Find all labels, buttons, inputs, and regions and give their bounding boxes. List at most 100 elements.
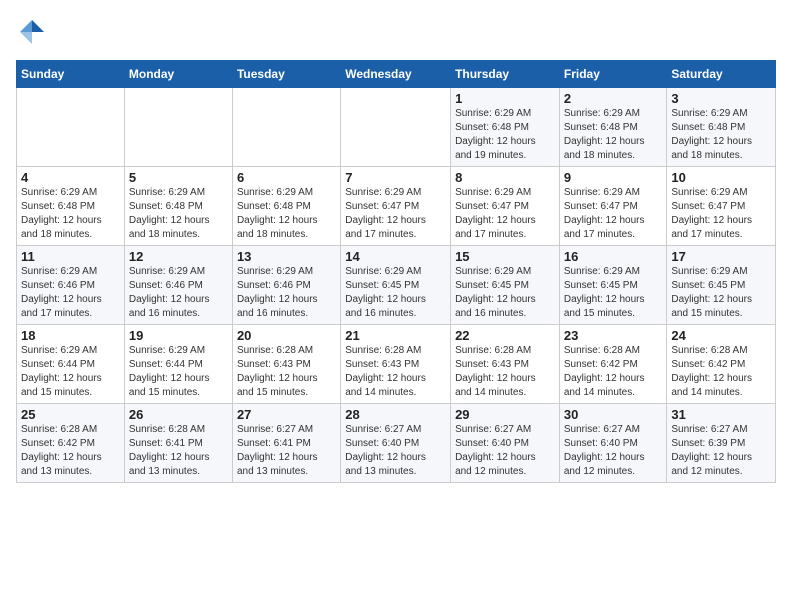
- sunrise-label: Sunrise: 6:29 AM: [21, 266, 97, 277]
- day-info: Sunrise: 6:28 AM Sunset: 6:42 PM Dayligh…: [564, 344, 663, 400]
- day-info: Sunrise: 6:29 AM Sunset: 6:48 PM Dayligh…: [671, 107, 771, 163]
- daylight-label: Daylight: 12 hours: [21, 215, 102, 226]
- daylight-label: Daylight: 12 hours: [21, 294, 102, 305]
- calendar-cell: 21 Sunrise: 6:28 AM Sunset: 6:43 PM Dayl…: [341, 325, 451, 404]
- day-number: 11: [21, 249, 120, 264]
- page-header: [16, 16, 776, 48]
- sunrise-label: Sunrise: 6:27 AM: [455, 424, 531, 435]
- day-number: 24: [671, 328, 771, 343]
- calendar-cell: 12 Sunrise: 6:29 AM Sunset: 6:46 PM Dayl…: [124, 246, 232, 325]
- day-info: Sunrise: 6:29 AM Sunset: 6:46 PM Dayligh…: [129, 265, 228, 321]
- calendar-cell: 14 Sunrise: 6:29 AM Sunset: 6:45 PM Dayl…: [341, 246, 451, 325]
- sunset-label: Sunset: 6:48 PM: [455, 122, 529, 133]
- day-number: 17: [671, 249, 771, 264]
- day-number: 25: [21, 407, 120, 422]
- day-info: Sunrise: 6:27 AM Sunset: 6:40 PM Dayligh…: [564, 423, 663, 479]
- sunrise-label: Sunrise: 6:29 AM: [455, 187, 531, 198]
- sunset-label: Sunset: 6:40 PM: [455, 438, 529, 449]
- daylight-minutes: and 17 minutes.: [671, 229, 742, 240]
- sunset-label: Sunset: 6:48 PM: [237, 201, 311, 212]
- sunset-label: Sunset: 6:45 PM: [455, 280, 529, 291]
- sunset-label: Sunset: 6:47 PM: [671, 201, 745, 212]
- sunset-label: Sunset: 6:43 PM: [455, 359, 529, 370]
- daylight-label: Daylight: 12 hours: [564, 452, 645, 463]
- sunset-label: Sunset: 6:41 PM: [129, 438, 203, 449]
- daylight-minutes: and 18 minutes.: [237, 229, 308, 240]
- sunrise-label: Sunrise: 6:28 AM: [129, 424, 205, 435]
- logo-icon: [16, 16, 48, 48]
- daylight-label: Daylight: 12 hours: [564, 215, 645, 226]
- calendar-week-row: 18 Sunrise: 6:29 AM Sunset: 6:44 PM Dayl…: [17, 325, 776, 404]
- day-info: Sunrise: 6:29 AM Sunset: 6:45 PM Dayligh…: [564, 265, 663, 321]
- day-number: 15: [455, 249, 555, 264]
- daylight-minutes: and 17 minutes.: [455, 229, 526, 240]
- sunrise-label: Sunrise: 6:28 AM: [237, 345, 313, 356]
- calendar-cell: 5 Sunrise: 6:29 AM Sunset: 6:48 PM Dayli…: [124, 167, 232, 246]
- calendar-cell: 31 Sunrise: 6:27 AM Sunset: 6:39 PM Dayl…: [667, 404, 776, 483]
- day-number: 9: [564, 170, 663, 185]
- sunrise-label: Sunrise: 6:27 AM: [564, 424, 640, 435]
- daylight-minutes: and 14 minutes.: [564, 387, 635, 398]
- daylight-label: Daylight: 12 hours: [671, 452, 752, 463]
- daylight-label: Daylight: 12 hours: [455, 452, 536, 463]
- day-number: 30: [564, 407, 663, 422]
- calendar-cell: 4 Sunrise: 6:29 AM Sunset: 6:48 PM Dayli…: [17, 167, 125, 246]
- sunset-label: Sunset: 6:40 PM: [564, 438, 638, 449]
- sunset-label: Sunset: 6:42 PM: [21, 438, 95, 449]
- sunset-label: Sunset: 6:41 PM: [237, 438, 311, 449]
- calendar-cell: 15 Sunrise: 6:29 AM Sunset: 6:45 PM Dayl…: [451, 246, 560, 325]
- daylight-label: Daylight: 12 hours: [21, 452, 102, 463]
- sunset-label: Sunset: 6:42 PM: [564, 359, 638, 370]
- calendar-cell: [17, 88, 125, 167]
- sunrise-label: Sunrise: 6:29 AM: [564, 266, 640, 277]
- day-info: Sunrise: 6:29 AM Sunset: 6:48 PM Dayligh…: [129, 186, 228, 242]
- sunrise-label: Sunrise: 6:28 AM: [345, 345, 421, 356]
- day-number: 5: [129, 170, 228, 185]
- daylight-minutes: and 14 minutes.: [455, 387, 526, 398]
- sunset-label: Sunset: 6:46 PM: [129, 280, 203, 291]
- day-info: Sunrise: 6:28 AM Sunset: 6:43 PM Dayligh…: [455, 344, 555, 400]
- calendar-cell: 7 Sunrise: 6:29 AM Sunset: 6:47 PM Dayli…: [341, 167, 451, 246]
- calendar-cell: 9 Sunrise: 6:29 AM Sunset: 6:47 PM Dayli…: [559, 167, 667, 246]
- day-number: 3: [671, 91, 771, 106]
- sunrise-label: Sunrise: 6:29 AM: [129, 345, 205, 356]
- daylight-minutes: and 13 minutes.: [129, 466, 200, 477]
- daylight-label: Daylight: 12 hours: [345, 373, 426, 384]
- day-info: Sunrise: 6:29 AM Sunset: 6:48 PM Dayligh…: [237, 186, 336, 242]
- day-info: Sunrise: 6:27 AM Sunset: 6:40 PM Dayligh…: [345, 423, 446, 479]
- calendar-cell: 2 Sunrise: 6:29 AM Sunset: 6:48 PM Dayli…: [559, 88, 667, 167]
- calendar-cell: 25 Sunrise: 6:28 AM Sunset: 6:42 PM Dayl…: [17, 404, 125, 483]
- sunrise-label: Sunrise: 6:28 AM: [21, 424, 97, 435]
- daylight-minutes: and 19 minutes.: [455, 150, 526, 161]
- day-info: Sunrise: 6:29 AM Sunset: 6:48 PM Dayligh…: [21, 186, 120, 242]
- sunrise-label: Sunrise: 6:29 AM: [671, 187, 747, 198]
- sunset-label: Sunset: 6:47 PM: [564, 201, 638, 212]
- daylight-minutes: and 18 minutes.: [129, 229, 200, 240]
- daylight-minutes: and 15 minutes.: [237, 387, 308, 398]
- calendar-cell: 27 Sunrise: 6:27 AM Sunset: 6:41 PM Dayl…: [232, 404, 340, 483]
- daylight-minutes: and 13 minutes.: [237, 466, 308, 477]
- day-info: Sunrise: 6:28 AM Sunset: 6:43 PM Dayligh…: [345, 344, 446, 400]
- calendar-cell: 17 Sunrise: 6:29 AM Sunset: 6:45 PM Dayl…: [667, 246, 776, 325]
- day-number: 22: [455, 328, 555, 343]
- sunrise-label: Sunrise: 6:29 AM: [237, 266, 313, 277]
- day-number: 4: [21, 170, 120, 185]
- day-info: Sunrise: 6:29 AM Sunset: 6:47 PM Dayligh…: [671, 186, 771, 242]
- sunset-label: Sunset: 6:47 PM: [455, 201, 529, 212]
- sunset-label: Sunset: 6:44 PM: [21, 359, 95, 370]
- day-info: Sunrise: 6:29 AM Sunset: 6:47 PM Dayligh…: [345, 186, 446, 242]
- weekday-header: Thursday: [451, 61, 560, 88]
- day-number: 16: [564, 249, 663, 264]
- sunset-label: Sunset: 6:42 PM: [671, 359, 745, 370]
- day-number: 8: [455, 170, 555, 185]
- daylight-label: Daylight: 12 hours: [455, 373, 536, 384]
- day-info: Sunrise: 6:29 AM Sunset: 6:45 PM Dayligh…: [455, 265, 555, 321]
- weekday-header-row: SundayMondayTuesdayWednesdayThursdayFrid…: [17, 61, 776, 88]
- calendar-cell: 8 Sunrise: 6:29 AM Sunset: 6:47 PM Dayli…: [451, 167, 560, 246]
- sunrise-label: Sunrise: 6:28 AM: [564, 345, 640, 356]
- sunset-label: Sunset: 6:48 PM: [671, 122, 745, 133]
- daylight-label: Daylight: 12 hours: [129, 294, 210, 305]
- sunset-label: Sunset: 6:43 PM: [237, 359, 311, 370]
- sunset-label: Sunset: 6:40 PM: [345, 438, 419, 449]
- day-info: Sunrise: 6:29 AM Sunset: 6:46 PM Dayligh…: [237, 265, 336, 321]
